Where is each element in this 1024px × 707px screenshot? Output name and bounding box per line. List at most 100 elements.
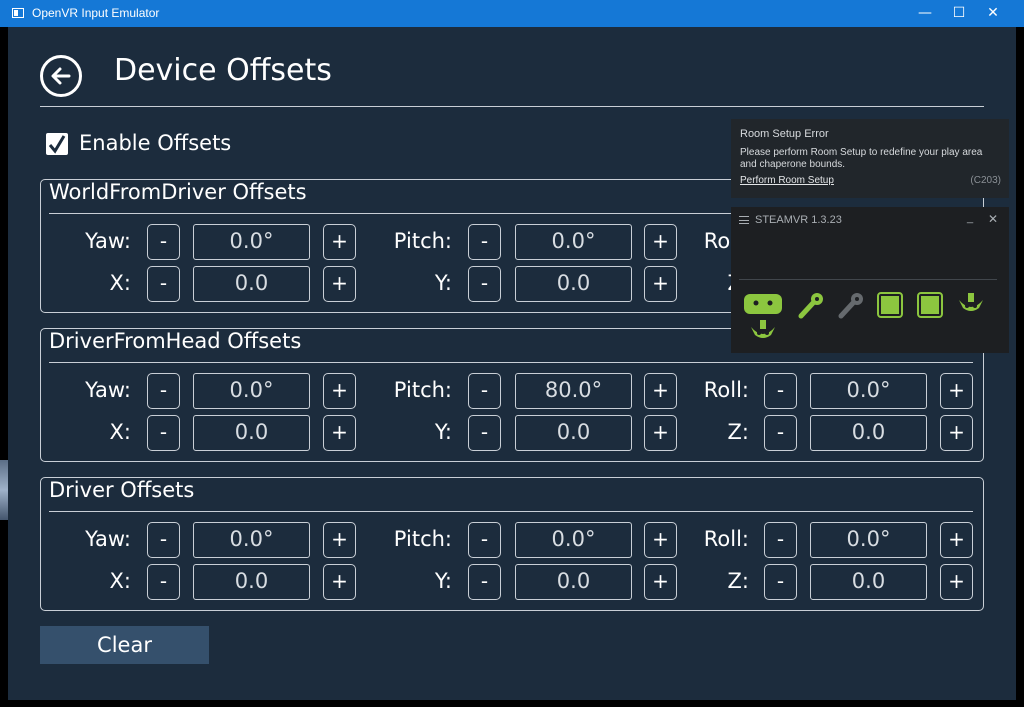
- group-title: Driver Offsets: [49, 478, 195, 502]
- roll-value-field[interactable]: 0.0°: [810, 373, 927, 409]
- roll-label: Roll:: [703, 378, 749, 402]
- offset-row: X:-0.0+Y:-0.0+Z:-0.0+: [41, 564, 985, 600]
- minimize-button[interactable]: —: [908, 0, 942, 27]
- roll-increment-button[interactable]: +: [940, 522, 973, 558]
- enable-offsets-label: Enable Offsets: [79, 131, 232, 155]
- group-divider: [49, 362, 973, 363]
- z-value-field[interactable]: 0.0: [810, 564, 927, 600]
- error-code: (C203): [970, 175, 1001, 186]
- y-decrement-button[interactable]: -: [468, 564, 501, 600]
- room-setup-error-notification: Room Setup Error Please perform Room Set…: [731, 119, 1009, 198]
- roll-decrement-button[interactable]: -: [764, 522, 797, 558]
- y-decrement-button[interactable]: -: [468, 266, 501, 302]
- offset-row: X:-0.0+Y:-0.0+Z:-0.0+: [41, 415, 985, 451]
- yaw-decrement-button[interactable]: -: [147, 224, 180, 260]
- y-label: Y:: [434, 271, 452, 295]
- x-decrement-button[interactable]: -: [147, 266, 180, 302]
- yaw-value-field[interactable]: 0.0°: [193, 522, 310, 558]
- close-button[interactable]: ✕: [976, 0, 1010, 27]
- hamburger-menu-icon[interactable]: [739, 216, 749, 224]
- yaw-label: Yaw:: [85, 378, 131, 402]
- roll-label: Roll:: [703, 527, 749, 551]
- offset-row: Yaw:-0.0°+Pitch:-0.0°+Roll:-0.0°+: [41, 522, 985, 558]
- notification-title: Room Setup Error: [740, 128, 829, 140]
- y-decrement-button[interactable]: -: [468, 415, 501, 451]
- pitch-value-field[interactable]: 0.0°: [515, 224, 632, 260]
- enable-offsets-checkbox[interactable]: [46, 133, 68, 155]
- yaw-label: Yaw:: [85, 229, 131, 253]
- clear-button[interactable]: Clear: [40, 626, 209, 664]
- steamvr-title: STEAMVR 1.3.23: [755, 214, 842, 226]
- pitch-decrement-button[interactable]: -: [468, 522, 501, 558]
- perform-room-setup-link[interactable]: Perform Room Setup: [740, 175, 834, 186]
- roll-increment-button[interactable]: +: [940, 373, 973, 409]
- window-titlebar: OpenVR Input Emulator — ☐ ✕: [0, 0, 1024, 27]
- pitch-decrement-button[interactable]: -: [468, 224, 501, 260]
- z-increment-button[interactable]: +: [940, 564, 973, 600]
- controller-icon[interactable]: [797, 292, 825, 325]
- background-window-fragment: [0, 460, 8, 520]
- title-divider: [40, 106, 984, 107]
- offset-row: Yaw: -0.0° + Pitch: -80.0° + Roll: -0.0° +: [41, 373, 985, 409]
- roll-decrement-button[interactable]: -: [764, 373, 797, 409]
- yaw-increment-button[interactable]: +: [323, 373, 356, 409]
- x-decrement-button[interactable]: -: [147, 564, 180, 600]
- yaw-value-field[interactable]: 0.0°: [193, 224, 310, 260]
- window-title: OpenVR Input Emulator: [32, 6, 160, 20]
- x-label: X:: [109, 420, 131, 444]
- yaw-decrement-button[interactable]: -: [147, 522, 180, 558]
- pitch-label: Pitch:: [393, 527, 452, 551]
- z-increment-button[interactable]: +: [940, 415, 973, 451]
- back-arrow-icon: [51, 67, 71, 85]
- yaw-decrement-button[interactable]: -: [147, 373, 180, 409]
- x-label: X:: [109, 569, 131, 593]
- x-label: X:: [109, 271, 131, 295]
- y-value-field[interactable]: 0.0: [515, 266, 632, 302]
- x-value-field[interactable]: 0.0: [193, 564, 310, 600]
- pitch-value-field[interactable]: 0.0°: [515, 522, 632, 558]
- yaw-label: Yaw:: [85, 527, 131, 551]
- x-value-field[interactable]: 0.0: [193, 415, 310, 451]
- yaw-increment-button[interactable]: +: [323, 522, 356, 558]
- group-title: WorldFromDriver Offsets: [49, 180, 307, 204]
- group-divider: [49, 511, 973, 512]
- base-station-icon[interactable]: [917, 292, 943, 323]
- z-decrement-button[interactable]: -: [764, 564, 797, 600]
- z-value-field[interactable]: 0.0: [810, 415, 927, 451]
- maximize-button[interactable]: ☐: [942, 0, 976, 27]
- z-label: Z:: [727, 569, 749, 593]
- x-value-field[interactable]: 0.0: [193, 266, 310, 302]
- headset-icon[interactable]: [743, 292, 783, 321]
- back-button[interactable]: [40, 55, 82, 97]
- roll-value-field[interactable]: 0.0°: [810, 522, 927, 558]
- yaw-increment-button[interactable]: +: [323, 224, 356, 260]
- steamvr-divider: [739, 279, 997, 280]
- pitch-label: Pitch:: [393, 229, 452, 253]
- pitch-decrement-button[interactable]: -: [468, 373, 501, 409]
- tracker-icon[interactable]: [749, 319, 777, 346]
- pitch-value-field[interactable]: 80.0°: [515, 373, 632, 409]
- steamvr-minimize-button[interactable]: _: [967, 212, 973, 224]
- x-decrement-button[interactable]: -: [147, 415, 180, 451]
- yaw-value-field[interactable]: 0.0°: [193, 373, 310, 409]
- group-title: DriverFromHead Offsets: [49, 329, 302, 353]
- pitch-label: Pitch:: [393, 378, 452, 402]
- y-label: Y:: [434, 569, 452, 593]
- page-title: Device Offsets: [114, 53, 332, 88]
- steamvr-close-button[interactable]: ✕: [988, 212, 998, 226]
- z-decrement-button[interactable]: -: [764, 415, 797, 451]
- x-increment-button[interactable]: +: [323, 266, 356, 302]
- checkmark-icon: [48, 135, 66, 154]
- y-value-field[interactable]: 0.0: [515, 415, 632, 451]
- steamvr-status-window: STEAMVR 1.3.23 _ ✕: [731, 207, 1009, 353]
- y-label: Y:: [434, 420, 452, 444]
- controller-inactive-icon[interactable]: [837, 292, 865, 325]
- z-label: Z:: [727, 420, 749, 444]
- tracker-icon[interactable]: [957, 292, 985, 319]
- base-station-icon[interactable]: [877, 292, 903, 323]
- x-increment-button[interactable]: +: [323, 415, 356, 451]
- y-value-field[interactable]: 0.0: [515, 564, 632, 600]
- x-increment-button[interactable]: +: [323, 564, 356, 600]
- offset-group: Driver Offsets Yaw: -0.0° + Pitch: -0.0° + Roll…: [40, 477, 984, 611]
- app-icon: [12, 8, 24, 18]
